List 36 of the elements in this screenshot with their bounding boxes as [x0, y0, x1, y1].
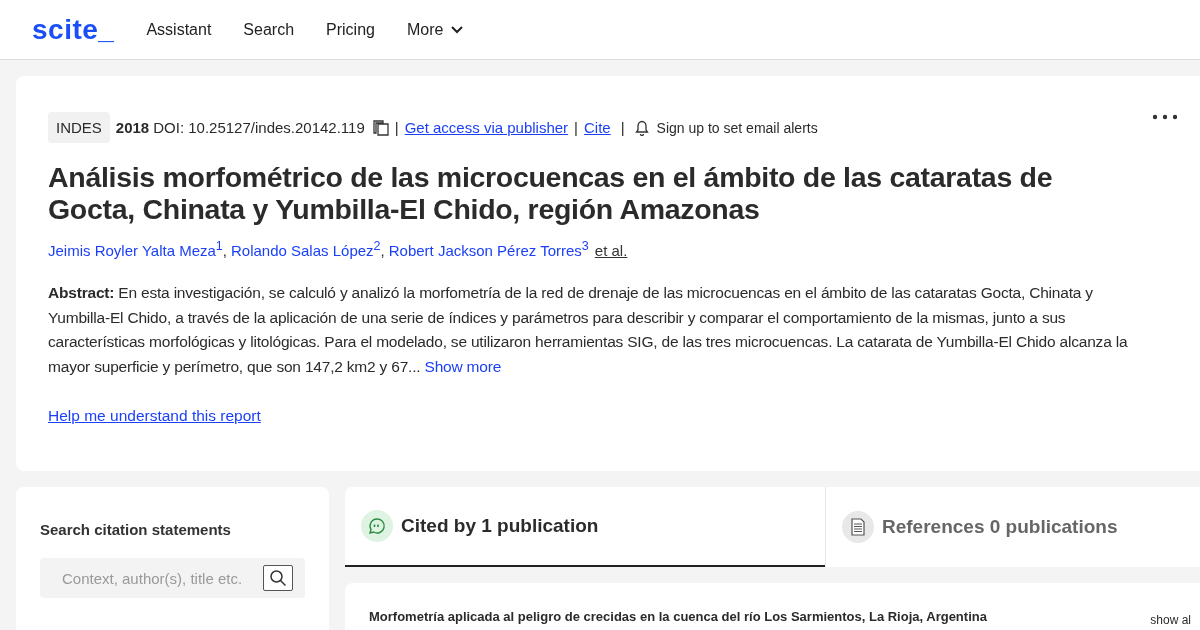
separator: | — [574, 119, 578, 136]
scite-logo[interactable]: scite_ — [32, 13, 115, 46]
author-link[interactable]: Robert Jackson Pérez Torres$^{3}$ — [388, 239, 589, 259]
search-icon — [269, 569, 287, 587]
document-icon — [842, 511, 874, 543]
cite-link[interactable]: Cite — [584, 119, 611, 136]
email-alerts-link[interactable]: Sign up to set email alerts — [656, 119, 818, 136]
doi: DOI: 10.25127/indes.20142.119 — [153, 119, 365, 136]
more-options-icon[interactable] — [1152, 114, 1178, 120]
citing-paper-title[interactable]: Morfometría aplicada al peligro de crecidas en la cuenca del río Los Sarmientos, La Rioja, Argentina — [369, 609, 987, 627]
access-link[interactable]: Get access via publisher — [404, 119, 569, 136]
chevron-down-icon — [451, 25, 464, 34]
paper-title: Análisis morfométrico de las microcuencas en el ámbito de las cataratas de Gocta, Chinata y Yumbilla-El Chido, región Amazonas — [48, 161, 1054, 225]
et-al-link[interactable]: et al. — [594, 242, 628, 259]
comma: , — [222, 242, 227, 259]
separator: | — [394, 119, 399, 136]
help-link[interactable]: Help me understand this report — [48, 407, 261, 425]
more-menu-button[interactable]: More — [406, 20, 464, 39]
quote-bubble-icon — [361, 510, 393, 542]
nav-link[interactable]: Pricing — [326, 20, 375, 39]
comma: , — [380, 242, 385, 259]
abstract: Abstract: En esta investigación, se calculó y analizó la morfometría de la red de drenaje de las microcuencas en el ámbito de las cataratas Gocta, Chinata y Yumbilla-El Chido, a través de la aplicación de una serie de índices y parámetros para describir y comparar el comportamiento de la mismas, junto a sus características morfológicas y litológicas. Para el modelado, se utilizaron herramientas SIG, de las tres microcuencas. La catarata de Yumbilla-El Chido alcanza la mayor superficie y perímetro, que son 147,2 km2 y 67... Show more — [48, 283, 1129, 377]
show-more-link[interactable]: Show more — [424, 357, 502, 375]
search-button[interactable] — [263, 565, 293, 591]
year: 2018 — [115, 119, 150, 136]
author-link[interactable]: Rolando Salas López$^{2}$ — [230, 239, 381, 259]
separator: | — [620, 119, 625, 136]
nav-link[interactable]: Assistant — [146, 20, 212, 39]
bell-icon[interactable] — [634, 119, 649, 136]
show-all-link[interactable]: show al — [1150, 613, 1191, 627]
nav-link[interactable]: Search — [243, 20, 295, 39]
panel-heading: Search citation statements — [40, 521, 232, 538]
search-field[interactable]: Context, author(s), title etc. — [40, 558, 305, 598]
author-link[interactable]: Jeimis Royler Yalta Meza$^{1}$ — [48, 239, 223, 259]
journal-tag: INDES — [48, 112, 110, 143]
copy-icon[interactable] — [372, 119, 389, 136]
